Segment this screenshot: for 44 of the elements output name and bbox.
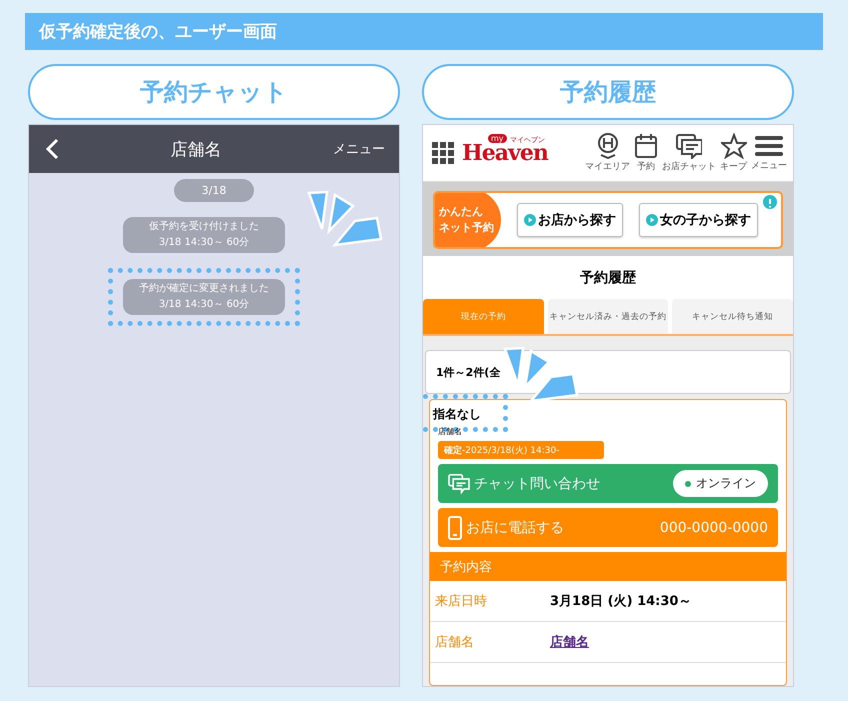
- play-icon: [524, 214, 536, 226]
- menu-icon: [755, 134, 783, 158]
- promo-badge: かんたん ネット予約: [435, 193, 501, 247]
- nav-item[interactable]: マイエリア: [585, 133, 630, 173]
- details-heading: 予約内容: [430, 552, 786, 581]
- banner-title: 仮予約確定後の、ユーザー画面: [25, 13, 823, 50]
- calendar-icon: [634, 133, 658, 159]
- detail-value: 3月18日 (火) 14:30～: [550, 593, 692, 610]
- nav-item[interactable]: メニュー: [751, 134, 787, 172]
- chat-icon: [448, 474, 470, 494]
- shop-link[interactable]: 店舗名: [550, 633, 589, 651]
- play-icon: [646, 214, 658, 226]
- back-icon[interactable]: [45, 138, 59, 160]
- detail-label: 店舗名: [435, 634, 475, 651]
- online-status: オンライン: [673, 470, 768, 497]
- menu-link[interactable]: メニュー: [333, 140, 385, 158]
- pin-icon: [596, 133, 620, 159]
- grid-icon[interactable]: [432, 142, 454, 164]
- date-label: 3/18: [174, 179, 254, 202]
- shop-name: 店舗名: [438, 426, 463, 437]
- result-count: 1件～2件(全: [436, 364, 500, 380]
- nav-item[interactable]: 予約: [634, 133, 658, 173]
- phone-icon: [448, 516, 462, 540]
- alert-icon: [763, 195, 777, 209]
- page-title: 予約履歴: [579, 268, 637, 288]
- search-button[interactable]: 女の子から探す: [639, 203, 758, 237]
- tab[interactable]: キャンセル待ち通知: [672, 299, 793, 334]
- tab[interactable]: キャンセル済み・過去の予約: [548, 299, 668, 334]
- section-heading: 予約履歴: [422, 64, 794, 120]
- chat-icon: [676, 133, 702, 159]
- nav-item[interactable]: お店チャット: [662, 133, 716, 173]
- shop-name: 店舗名: [170, 138, 222, 160]
- message-bubble: 仮予約を受け付けました 3/18 14:30～ 60分: [123, 217, 285, 253]
- star-icon: [720, 133, 746, 159]
- burst-icon: [305, 191, 383, 249]
- search-button[interactable]: お店から探す: [517, 203, 623, 237]
- status-tag: 確定-2025/3/18(火) 14:30-: [438, 441, 604, 459]
- chat-button[interactable]: チャット問い合わせ オンライン: [438, 464, 778, 503]
- logo-badge: my: [488, 134, 507, 143]
- detail-label: 来店日時: [435, 593, 488, 610]
- section-heading: 予約チャット: [28, 64, 400, 120]
- nomination-label: 指名なし: [433, 407, 481, 421]
- message-bubble: 予約が確定に変更されました 3/18 14:30～ 60分: [123, 279, 285, 315]
- nav-item[interactable]: キープ: [720, 133, 747, 173]
